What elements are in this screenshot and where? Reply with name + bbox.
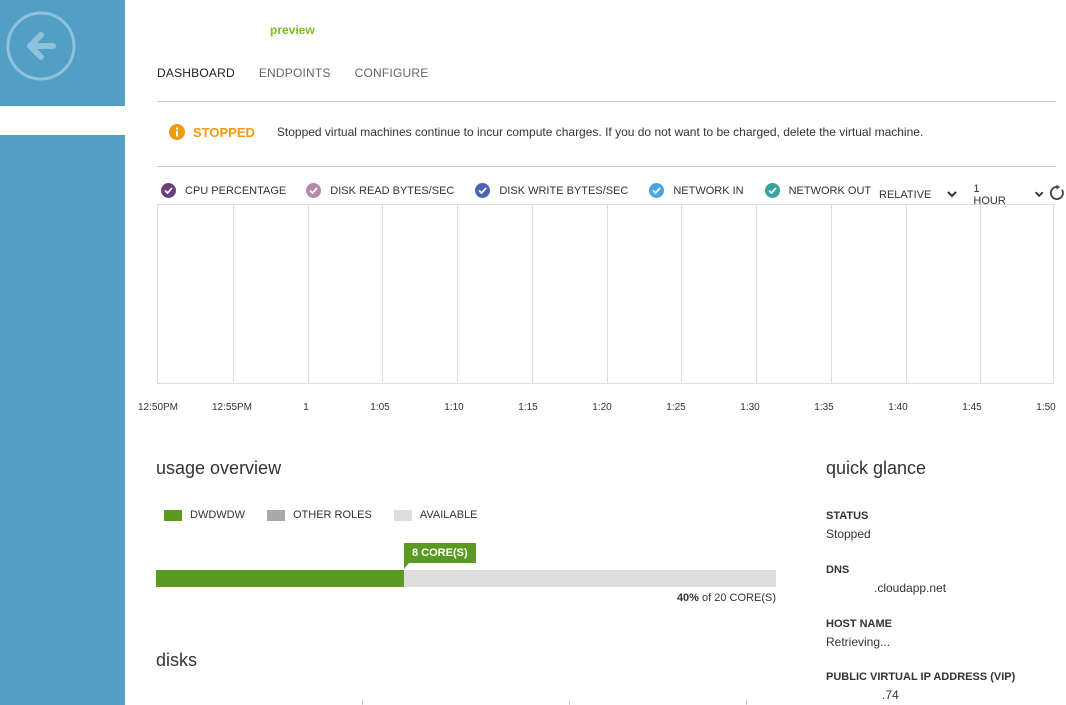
time-tick-label: 1:25	[666, 402, 686, 413]
sidebar-panel	[0, 135, 125, 705]
legend-label: NETWORK OUT	[788, 184, 872, 197]
usage-legend-role: DWDWDW	[164, 509, 245, 521]
chart-gridline	[681, 205, 682, 383]
core-count-badge: 8 CORE(S)	[404, 543, 476, 563]
qg-value: Retrieving...	[826, 635, 891, 649]
mode-dropdown[interactable]: RELATIVE	[879, 189, 961, 201]
refresh-icon[interactable]	[1049, 184, 1066, 202]
swatch	[393, 509, 412, 521]
qg-label: DNS	[826, 564, 850, 576]
info-icon	[169, 124, 185, 140]
usage-caption: 40% of 20 CORE(S)	[677, 592, 776, 604]
legend-label: OTHER ROLES	[292, 509, 372, 521]
legend-network-out[interactable]: NETWORK OUT	[764, 183, 872, 198]
chart-gridline	[308, 205, 309, 383]
chart-gridline	[382, 205, 383, 383]
checkmark-icon	[475, 183, 491, 198]
time-tick-label: 1:15	[518, 402, 538, 413]
chart-gridline	[457, 205, 458, 383]
legend-label: NETWORK IN	[673, 184, 744, 197]
tab-endpoints[interactable]: ENDPOINTS	[259, 66, 331, 80]
time-tick-label: 1:45	[962, 402, 982, 413]
qg-value: .74	[882, 688, 899, 702]
preview-label: preview	[270, 23, 315, 37]
divider	[157, 166, 1056, 167]
time-tick-label: 1:30	[740, 402, 760, 413]
tab-dashboard[interactable]: DASHBOARD	[157, 66, 235, 80]
metrics-chart	[157, 204, 1054, 384]
back-button[interactable]	[5, 10, 77, 82]
swatch	[266, 509, 285, 521]
legend-label: DISK WRITE BYTES/SEC	[499, 184, 629, 197]
time-tick-label: 1:05	[370, 402, 390, 413]
time-tick-label: 1:10	[444, 402, 464, 413]
qg-status: STATUS Stopped	[826, 510, 871, 541]
qg-label: HOST NAME	[826, 618, 892, 630]
qg-value[interactable]: .cloudapp.net	[826, 581, 946, 595]
chart-gridline	[756, 205, 757, 383]
checkmark-icon	[306, 183, 322, 198]
swatch	[164, 509, 182, 521]
qg-value: Stopped	[826, 527, 871, 541]
checkmark-icon	[649, 183, 665, 198]
qg-label: STATUS	[826, 510, 869, 522]
usage-legend-other-roles: OTHER ROLES	[266, 509, 372, 521]
chart-legend: CPU PERCENTAGE DISK READ BYTES/SEC DISK …	[161, 183, 871, 198]
usage-legend-available: AVAILABLE	[393, 509, 478, 521]
disks-title: disks	[156, 650, 198, 670]
mode-value: RELATIVE	[879, 189, 932, 201]
back-arrow-icon	[6, 11, 76, 81]
column-divider	[362, 699, 363, 705]
time-tick-label: 1:50	[1036, 402, 1056, 413]
legend-disk-read[interactable]: DISK READ BYTES/SEC	[306, 183, 454, 198]
legend-network-in[interactable]: NETWORK IN	[649, 183, 744, 198]
quick-glance-title: quick glance	[826, 458, 927, 478]
core-usage-bar	[156, 570, 776, 587]
tab-configure[interactable]: CONFIGURE	[355, 66, 429, 80]
sidebar-selected-slot	[0, 106, 125, 135]
qg-dns: DNS .cloudapp.net	[826, 564, 946, 595]
chevron-down-icon	[1034, 191, 1044, 198]
chevron-down-icon	[947, 191, 958, 198]
status-badge: STOPPED	[193, 124, 255, 140]
core-usage-fill	[156, 570, 404, 587]
tab-bar: DASHBOARD ENDPOINTS CONFIGURE	[157, 66, 428, 80]
chart-gridline	[980, 205, 981, 383]
qg-host-name: HOST NAME Retrieving...	[826, 618, 892, 649]
legend-label: DISK READ BYTES/SEC	[330, 184, 455, 197]
chart-gridline	[831, 205, 832, 383]
qg-public-vip: PUBLIC VIRTUAL IP ADDRESS (VIP) .74	[826, 671, 1015, 702]
checkmark-icon	[161, 183, 176, 198]
column-divider	[746, 699, 747, 705]
chart-gridline	[532, 205, 533, 383]
usage-overview-title: usage overview	[156, 458, 282, 478]
legend-cpu-percentage[interactable]: CPU PERCENTAGE	[161, 183, 286, 198]
time-tick-label: 12:50PM	[137, 402, 179, 413]
time-tick-label: 1:35	[814, 402, 834, 413]
badge-pointer	[404, 563, 409, 569]
divider	[157, 101, 1056, 102]
usage-legend: DWDWDW OTHER ROLES AVAILABLE	[164, 509, 500, 521]
time-tick-label: 1:40	[888, 402, 908, 413]
legend-label: CPU PERCENTAGE	[185, 184, 287, 197]
column-divider	[569, 699, 570, 705]
sidebar-header	[0, 0, 125, 106]
legend-label: DWDWDW	[190, 509, 245, 521]
legend-disk-write[interactable]: DISK WRITE BYTES/SEC	[475, 183, 628, 198]
time-tick-label: 1:20	[592, 402, 612, 413]
status-alert: STOPPED Stopped virtual machines continu…	[169, 124, 923, 140]
usage-total: of 20 CORE(S)	[698, 592, 776, 604]
time-tick-label: 12:55PM	[211, 402, 253, 413]
usage-percent: 40%	[676, 592, 699, 604]
chart-gridline	[233, 205, 234, 383]
time-tick-label: 1	[303, 402, 309, 413]
qg-label: PUBLIC VIRTUAL IP ADDRESS (VIP)	[826, 671, 1016, 683]
checkmark-icon	[764, 183, 780, 198]
legend-label: AVAILABLE	[419, 509, 478, 521]
chart-gridline	[607, 205, 608, 383]
alert-message: Stopped virtual machines continue to inc…	[276, 125, 924, 139]
chart-gridline	[906, 205, 907, 383]
